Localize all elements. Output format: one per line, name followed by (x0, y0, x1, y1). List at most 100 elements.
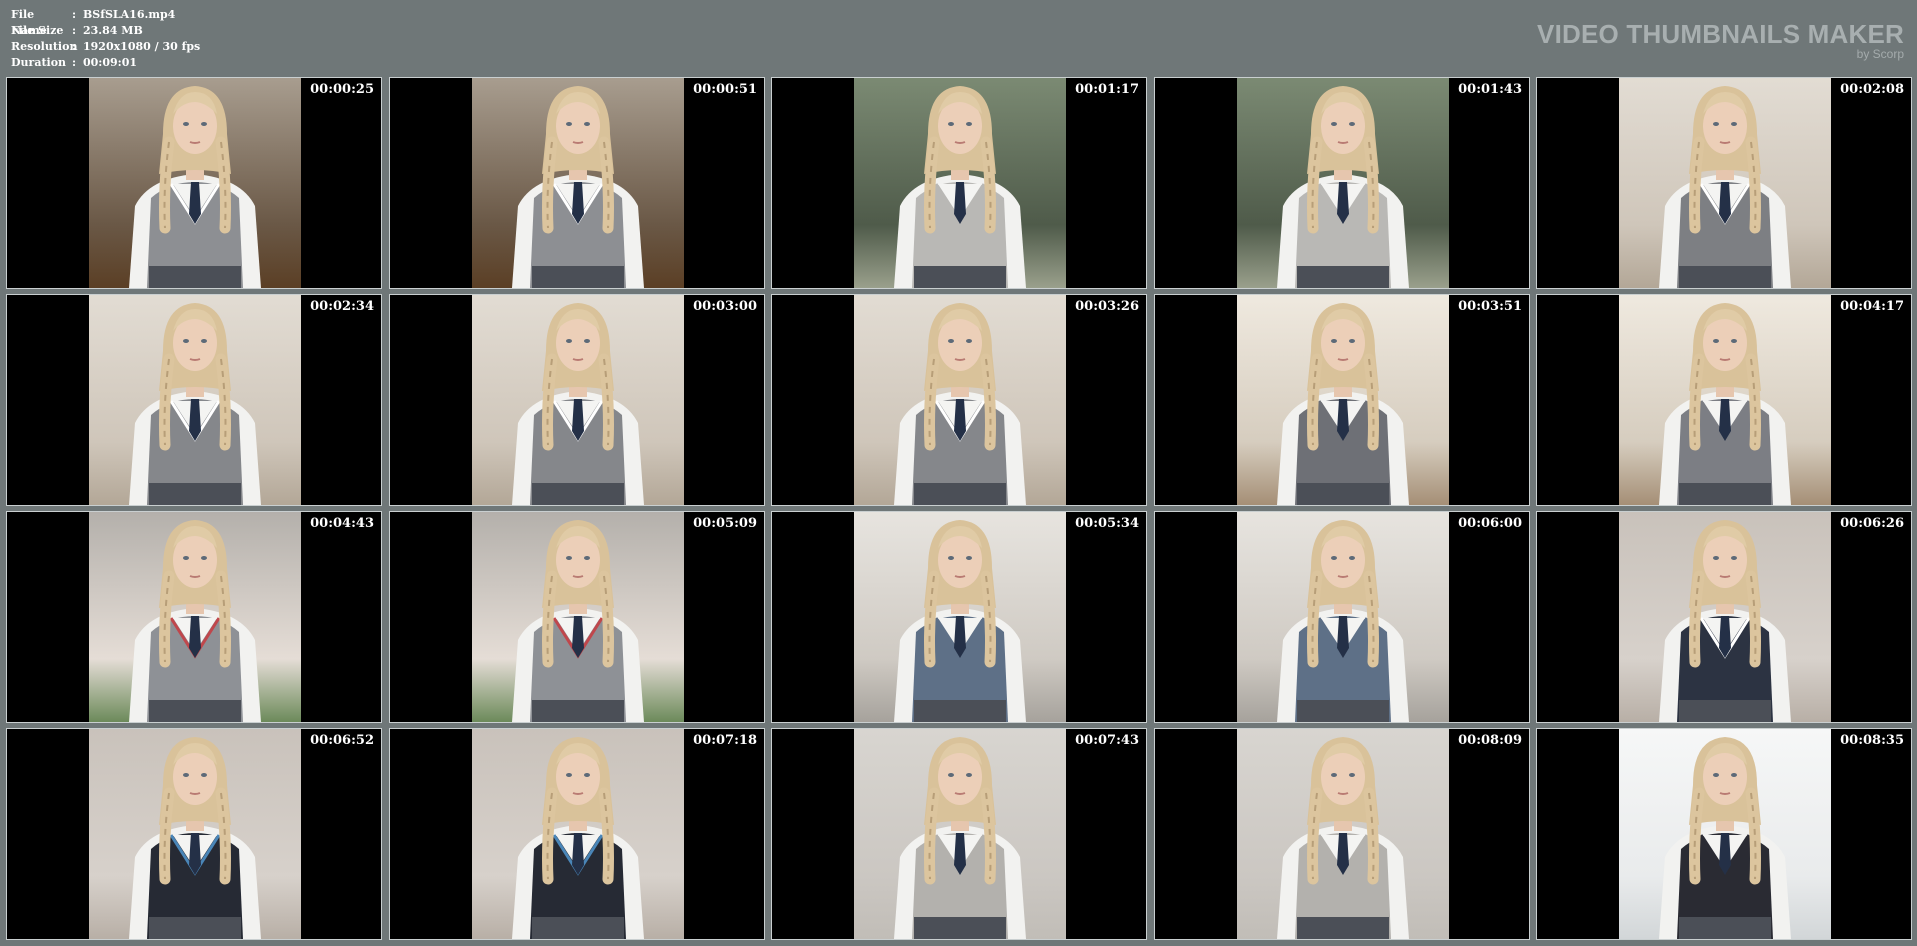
thumbnail-timestamp: 00:01:17 (1075, 82, 1139, 97)
frame-illustration (1237, 729, 1449, 939)
thumbnail-frame-image (854, 295, 1066, 505)
thumbnail-frame-image (1619, 78, 1831, 288)
brand-title: VIDEO THUMBNAILS MAKER (1537, 19, 1904, 49)
thumbnail-timestamp: 00:02:08 (1840, 82, 1904, 97)
info-separator: : (72, 56, 77, 69)
thumbnail-frame-image (1237, 512, 1449, 722)
frame-illustration (1619, 295, 1831, 505)
info-label: Duration (11, 56, 67, 69)
thumbnail-frame-image (854, 729, 1066, 939)
thumbnail-frame-image (854, 512, 1066, 722)
thumbnail-timestamp: 00:00:25 (310, 82, 374, 97)
thumbnail-frame-image (1237, 295, 1449, 505)
file-info: File Name : BSfSLA16.mp4 File Size : 23.… (11, 7, 200, 71)
thumbnail-frame-image (89, 78, 301, 288)
info-value-resolution: 1920x1080 / 30 fps (83, 40, 201, 53)
frame-illustration (472, 512, 684, 722)
thumbnail-timestamp: 00:04:17 (1840, 299, 1904, 314)
thumbnail-frame-image (472, 729, 684, 939)
frame-illustration (1619, 512, 1831, 722)
frame-illustration (854, 512, 1066, 722)
thumbnail-timestamp: 00:04:43 (310, 516, 374, 531)
frame-illustration (1619, 729, 1831, 939)
thumbnail-timestamp: 00:01:43 (1458, 82, 1522, 97)
thumbnail-frame-image (472, 295, 684, 505)
video-thumbnail[interactable]: 00:06:26 (1536, 511, 1912, 723)
video-thumbnail[interactable]: 00:00:25 (6, 77, 382, 289)
header: File Name : BSfSLA16.mp4 File Size : 23.… (0, 0, 1917, 76)
info-label: File Name (11, 8, 47, 37)
thumbnail-frame-image (854, 78, 1066, 288)
info-value-file-name: BSfSLA16.mp4 (83, 8, 176, 21)
thumbnail-timestamp: 00:03:26 (1075, 299, 1139, 314)
video-thumbnail[interactable]: 00:01:17 (771, 77, 1147, 289)
info-value-duration: 00:09:01 (83, 56, 138, 69)
info-row-file-name: File Name : BSfSLA16.mp4 (11, 7, 200, 37)
frame-illustration (1237, 512, 1449, 722)
frame-illustration (89, 512, 301, 722)
video-thumbnail[interactable]: 00:04:43 (6, 511, 382, 723)
video-thumbnail[interactable]: 00:04:17 (1536, 294, 1912, 506)
thumbnail-timestamp: 00:05:09 (693, 516, 757, 531)
video-thumbnail[interactable]: 00:02:08 (1536, 77, 1912, 289)
video-thumbnail[interactable]: 00:03:26 (771, 294, 1147, 506)
thumbnail-timestamp: 00:06:52 (310, 733, 374, 748)
thumbnail-frame-image (1237, 729, 1449, 939)
info-row-file-size: File Size : 23.84 MB (11, 23, 200, 39)
video-thumbnail[interactable]: 00:07:18 (389, 728, 765, 940)
thumbnail-frame-image (89, 295, 301, 505)
frame-illustration (1619, 78, 1831, 288)
info-row-resolution: Resolution : 1920x1080 / 30 fps (11, 39, 200, 55)
info-separator: : (72, 40, 77, 53)
frame-illustration (89, 78, 301, 288)
frame-illustration (89, 295, 301, 505)
video-thumbnail[interactable]: 00:03:51 (1154, 294, 1530, 506)
thumbnail-timestamp: 00:08:35 (1840, 733, 1904, 748)
video-thumbnail[interactable]: 00:06:00 (1154, 511, 1530, 723)
thumbnail-grid: 00:00:25 00:00:51 00:01:17 00:01:43 00:02:08… (6, 77, 1912, 941)
video-thumbnail[interactable]: 00:03:00 (389, 294, 765, 506)
video-thumbnail[interactable]: 00:05:09 (389, 511, 765, 723)
frame-illustration (89, 729, 301, 939)
video-thumbnail[interactable]: 00:08:35 (1536, 728, 1912, 940)
frame-illustration (472, 729, 684, 939)
thumbnail-frame-image (1619, 729, 1831, 939)
thumbnail-timestamp: 00:08:09 (1458, 733, 1522, 748)
video-thumbnail[interactable]: 00:05:34 (771, 511, 1147, 723)
info-separator: : (72, 24, 77, 37)
frame-illustration (854, 295, 1066, 505)
thumbnail-timestamp: 00:06:26 (1840, 516, 1904, 531)
frame-illustration (1237, 295, 1449, 505)
thumbnail-frame-image (1619, 295, 1831, 505)
thumbnail-timestamp: 00:05:34 (1075, 516, 1139, 531)
thumbnail-timestamp: 00:03:00 (693, 299, 757, 314)
frame-illustration (472, 295, 684, 505)
brand-watermark: VIDEO THUMBNAILS MAKER by Scorp (1537, 21, 1904, 61)
frame-illustration (854, 729, 1066, 939)
video-thumbnail[interactable]: 00:02:34 (6, 294, 382, 506)
thumbnail-timestamp: 00:00:51 (693, 82, 757, 97)
video-thumbnail[interactable]: 00:08:09 (1154, 728, 1530, 940)
frame-illustration (854, 78, 1066, 288)
frame-illustration (472, 78, 684, 288)
info-row-duration: Duration : 00:09:01 (11, 55, 200, 71)
video-thumbnail[interactable]: 00:06:52 (6, 728, 382, 940)
thumbnail-frame-image (89, 512, 301, 722)
info-label: File Size (11, 24, 64, 37)
brand-subtitle: by Scorp (1856, 47, 1904, 61)
info-separator: : (72, 8, 77, 21)
thumbnail-timestamp: 00:06:00 (1458, 516, 1522, 531)
frame-illustration (1237, 78, 1449, 288)
thumbnail-timestamp: 00:02:34 (310, 299, 374, 314)
thumbnail-frame-image (472, 78, 684, 288)
video-thumbnail[interactable]: 00:01:43 (1154, 77, 1530, 289)
info-value-file-size: 23.84 MB (83, 24, 143, 37)
thumbnail-frame-image (1237, 78, 1449, 288)
thumbnail-timestamp: 00:07:18 (693, 733, 757, 748)
thumbnail-timestamp: 00:07:43 (1075, 733, 1139, 748)
thumbnail-frame-image (1619, 512, 1831, 722)
thumbnail-frame-image (472, 512, 684, 722)
video-thumbnail[interactable]: 00:00:51 (389, 77, 765, 289)
video-thumbnail[interactable]: 00:07:43 (771, 728, 1147, 940)
info-label: Resolution (11, 40, 78, 53)
